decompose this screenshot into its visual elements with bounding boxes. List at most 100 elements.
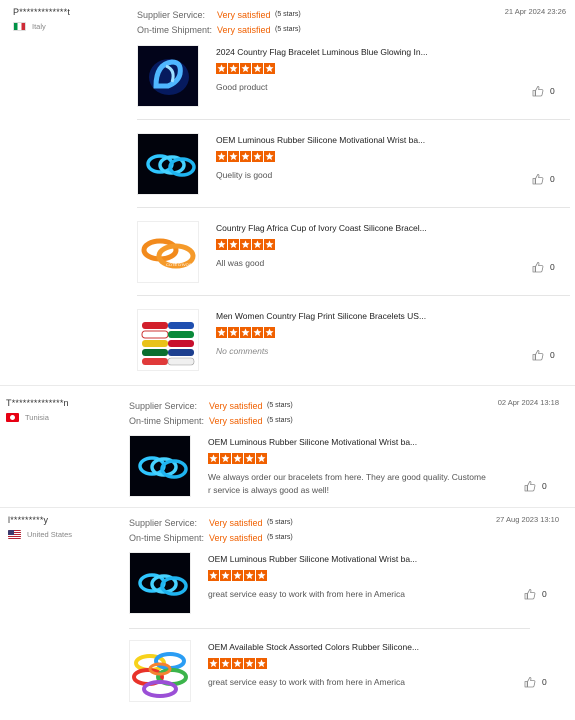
supplier-service-stars: (5 stars) (275, 11, 301, 18)
helpful-button[interactable]: 0 (532, 261, 555, 273)
review-comment: We always order our bracelets from here.… (208, 472, 486, 495)
supplier-service-stars: (5 stars) (267, 402, 293, 409)
item-divider (137, 119, 570, 120)
item-divider (137, 295, 570, 296)
item-divider (129, 628, 530, 629)
ontime-shipment-rating: On-time Shipment: Very satisfied (5 star… (129, 530, 293, 545)
ontime-shipment-stars: (5 stars) (267, 417, 293, 424)
supplier-service-value: Very satisfied (217, 9, 271, 20)
assorted-bracelets-image[interactable] (129, 640, 191, 702)
review-separator (0, 385, 575, 386)
supplier-service-value: Very satisfied (209, 517, 263, 528)
flag-bracelets-image[interactable] (137, 309, 199, 371)
ontime-shipment-value: Very satisfied (217, 24, 271, 35)
star-icon (256, 570, 267, 581)
star-icon (252, 151, 263, 162)
glowing-bracelet-image[interactable] (137, 45, 199, 107)
star-icon (216, 151, 227, 162)
helpful-button[interactable]: 0 (532, 173, 555, 185)
helpful-count: 0 (550, 86, 555, 96)
item-title[interactable]: OEM Luminous Rubber Silicone Motivationa… (216, 135, 425, 145)
star-icon (220, 570, 231, 581)
star-icon (232, 658, 243, 669)
item-title[interactable]: Men Women Country Flag Print Silicone Br… (216, 311, 426, 321)
review-comment: No comments (216, 346, 269, 356)
item-title[interactable]: Country Flag Africa Cup of Ivory Coast S… (216, 223, 427, 233)
helpful-button[interactable]: 0 (524, 480, 547, 492)
star-icon (208, 453, 219, 464)
helpful-button[interactable]: 0 (524, 588, 547, 600)
reviewed-item: Men Women Country Flag Print Silicone Br… (137, 309, 570, 397)
review-comment: All was good (216, 258, 265, 268)
luminous-wristband-image[interactable] (129, 435, 191, 497)
star-icon (220, 453, 231, 464)
star-icon (240, 327, 251, 338)
item-title[interactable]: OEM Luminous Rubber Silicone Motivationa… (208, 554, 417, 564)
item-title[interactable]: 2024 Country Flag Bracelet Luminous Blue… (216, 47, 428, 57)
star-icon (256, 453, 267, 464)
helpful-count: 0 (550, 262, 555, 272)
supplier-service-rating: Supplier Service: Very satisfied (5 star… (129, 515, 293, 530)
helpful-button[interactable]: 0 (524, 676, 547, 688)
star-icon (220, 658, 231, 669)
review-comment: great service easy to work with from her… (208, 677, 405, 687)
helpful-count: 0 (550, 174, 555, 184)
helpful-button[interactable]: 0 (532, 85, 555, 97)
star-icon (244, 570, 255, 581)
country-name: Italy (32, 22, 46, 31)
star-icon (252, 327, 263, 338)
star-icon (228, 239, 239, 250)
item-star-rating (216, 239, 275, 250)
ontime-shipment-rating: On-time Shipment: Very satisfied (5 star… (129, 413, 293, 428)
supplier-service-label: Supplier Service: (137, 9, 206, 20)
supplier-service-rating: Supplier Service: Very satisfied (5 star… (129, 398, 293, 413)
supplier-service-label: Supplier Service: (129, 400, 198, 411)
thumbs-up-icon (532, 174, 544, 185)
star-icon (216, 63, 227, 74)
star-icon (228, 327, 239, 338)
star-icon (264, 239, 275, 250)
star-icon (216, 239, 227, 250)
star-icon (228, 151, 239, 162)
ratings: Supplier Service: Very satisfied (5 star… (129, 398, 293, 428)
star-icon (208, 658, 219, 669)
ontime-shipment-label: On-time Shipment: (129, 532, 205, 543)
italy-flag-icon (13, 22, 26, 31)
svg-text:COTE D'IVOIRE: COTE D'IVOIRE (166, 262, 196, 267)
ontime-shipment-label: On-time Shipment: (129, 415, 205, 426)
star-icon (252, 63, 263, 74)
supplier-service-label: Supplier Service: (129, 517, 198, 528)
item-star-rating (208, 570, 267, 581)
reviewer-name: l*********y (8, 515, 49, 525)
helpful-count: 0 (542, 481, 547, 491)
luminous-wristband-image[interactable] (137, 133, 199, 195)
item-title[interactable]: OEM Available Stock Assorted Colors Rubb… (208, 642, 419, 652)
supplier-service-rating: Supplier Service: Very satisfied (5 star… (137, 7, 301, 22)
star-icon (240, 239, 251, 250)
review-date: 27 Aug 2023 13:10 (496, 515, 559, 524)
star-icon (244, 453, 255, 464)
reviewer-name: T**************n (6, 398, 69, 408)
usa-flag-icon (8, 530, 21, 539)
star-icon (264, 63, 275, 74)
helpful-count: 0 (542, 677, 547, 687)
review-comment: Good product (216, 82, 268, 92)
review-comment: great service easy to work with from her… (208, 589, 405, 599)
country-name: United States (27, 530, 73, 539)
star-icon (228, 63, 239, 74)
review-separator (0, 507, 575, 508)
helpful-button[interactable]: 0 (532, 349, 555, 361)
orange-bracelet-image[interactable]: COTE D'IVOIRE (137, 221, 199, 283)
item-title[interactable]: OEM Luminous Rubber Silicone Motivationa… (208, 437, 417, 447)
supplier-service-value: Very satisfied (209, 400, 263, 411)
luminous-wristband-image[interactable] (129, 552, 191, 614)
ratings: Supplier Service: Very satisfied (5 star… (129, 515, 293, 545)
reviewer-country: United States (8, 530, 72, 539)
star-icon (240, 63, 251, 74)
star-icon (232, 570, 243, 581)
reviewer-country: Italy (13, 22, 46, 31)
tunisia-flag-icon (6, 413, 19, 422)
review-date: 02 Apr 2024 13:18 (497, 398, 559, 407)
star-icon (252, 239, 263, 250)
thumbs-up-icon (532, 262, 544, 273)
